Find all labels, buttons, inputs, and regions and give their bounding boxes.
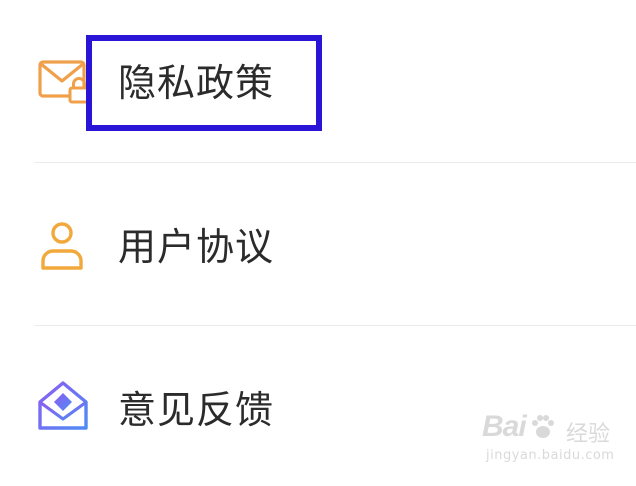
menu-item-user-agreement[interactable]: 用户协议 — [0, 163, 636, 323]
menu-item-label: 意见反馈 — [118, 388, 275, 432]
watermark-domain: jingyan.baidu.com — [486, 448, 615, 463]
watermark-logo: Bai 经验 jingyan.baidu.com — [482, 410, 614, 466]
highlight-box — [86, 35, 322, 131]
settings-menu: 隐私政策 用户协议 意见反馈 Bai 经验 jingyan.baidu.com — [0, 0, 636, 484]
paw-icon — [528, 412, 558, 442]
watermark-brand: Bai — [482, 410, 527, 443]
open-envelope-icon — [36, 378, 94, 436]
user-icon — [36, 218, 94, 276]
watermark-suffix: 经验 — [566, 422, 611, 447]
menu-item-label: 用户协议 — [118, 225, 275, 269]
